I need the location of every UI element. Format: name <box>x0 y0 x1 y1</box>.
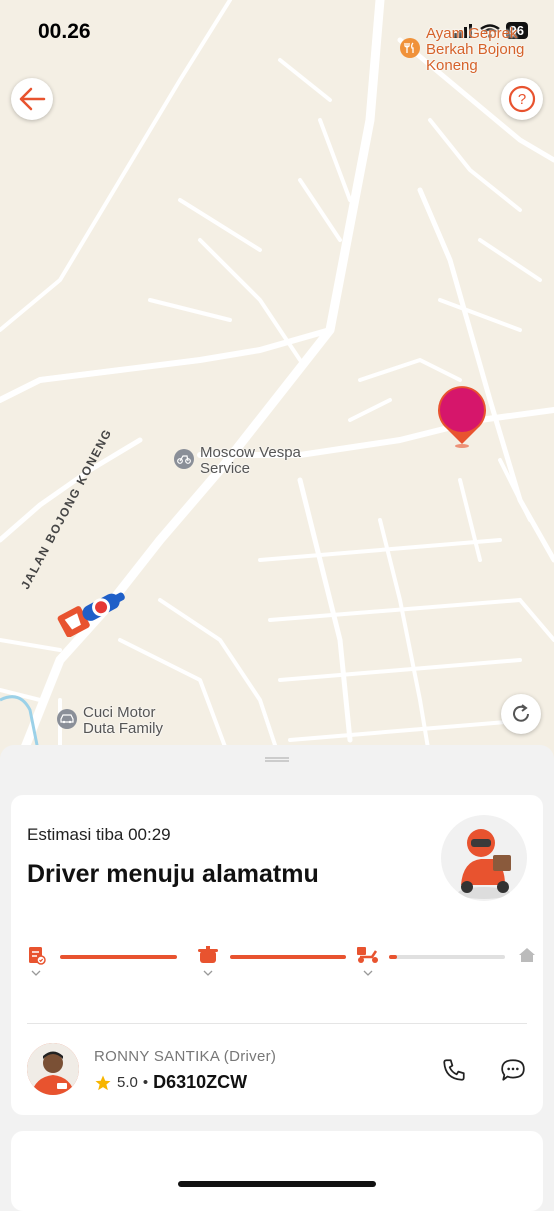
poi-restaurant[interactable]: Ayam Geprek Berkah Bojong Koneng <box>400 26 524 74</box>
help-button[interactable]: ? <box>501 78 543 120</box>
status-time: 00.26 <box>38 20 91 43</box>
arrow-left-icon <box>19 87 46 111</box>
call-driver-button[interactable] <box>439 1055 469 1085</box>
driver-info: 5.0 • D6310ZCW <box>94 1072 247 1093</box>
scooter-icon <box>357 947 378 976</box>
back-button[interactable] <box>11 78 53 120</box>
restaurant-icon <box>400 38 420 58</box>
bottom-sheet[interactable]: Estimasi tiba 00:29 Driver menuju alamat… <box>0 745 554 1211</box>
progress-segment-1 <box>60 955 177 959</box>
status-headline: Driver menuju alamatmu <box>27 860 319 888</box>
poi-restaurant-line3: Koneng <box>426 57 478 74</box>
poi-vespa-line1: Moscow Vespa <box>200 444 301 461</box>
order-progress-tracker <box>27 945 535 985</box>
bike-icon <box>174 449 194 469</box>
destination-pin-icon[interactable] <box>436 384 488 448</box>
poi-vespa[interactable]: Moscow Vespa Service <box>174 445 301 477</box>
refresh-icon <box>513 704 529 722</box>
car-icon <box>57 709 77 729</box>
map-roads <box>0 0 554 760</box>
vehicle-plate: D6310ZCW <box>153 1072 248 1092</box>
driver-illustration <box>441 815 527 901</box>
progress-segment-3-fill <box>389 955 397 959</box>
order-confirmed-icon <box>29 947 46 976</box>
divider <box>27 1023 527 1024</box>
phone-icon <box>443 1059 465 1081</box>
driver-marker-icon <box>57 592 125 637</box>
driver-avatar <box>27 1043 79 1095</box>
secondary-card <box>11 1131 543 1211</box>
svg-text:?: ? <box>518 91 526 108</box>
chat-driver-button[interactable] <box>498 1055 528 1085</box>
cooking-pot-icon <box>198 946 218 976</box>
eta-label: Estimasi tiba 00:29 <box>27 825 171 844</box>
order-status-card: Estimasi tiba 00:29 Driver menuju alamat… <box>11 795 543 1115</box>
recenter-button[interactable] <box>501 694 541 734</box>
poi-vespa-line2: Service <box>200 460 251 477</box>
info-separator: • <box>142 1074 149 1091</box>
map-view[interactable]: 00.26 96 ? Ayam Geprek Berkah Bojong Kon… <box>0 0 554 760</box>
driver-name: RONNY SANTIKA (Driver) <box>94 1048 277 1065</box>
home-indicator[interactable] <box>178 1181 376 1187</box>
poi-restaurant-line2: Berkah Bojong <box>426 41 525 58</box>
progress-segment-3 <box>389 955 505 959</box>
poi-restaurant-line1: Ayam Geprek <box>426 25 518 42</box>
driver-rating: 5.0 <box>117 1074 138 1091</box>
poi-car-wash[interactable]: Cuci Motor Duta Family <box>57 705 163 737</box>
progress-segment-2 <box>230 955 346 959</box>
poi-car-line2: Duta Family <box>83 720 164 737</box>
poi-car-line1: Cuci Motor <box>83 704 156 721</box>
help-icon: ? <box>508 85 536 113</box>
sheet-drag-handle[interactable] <box>265 757 289 762</box>
home-icon <box>519 948 535 962</box>
star-icon <box>95 1075 111 1090</box>
chat-icon <box>501 1059 525 1081</box>
